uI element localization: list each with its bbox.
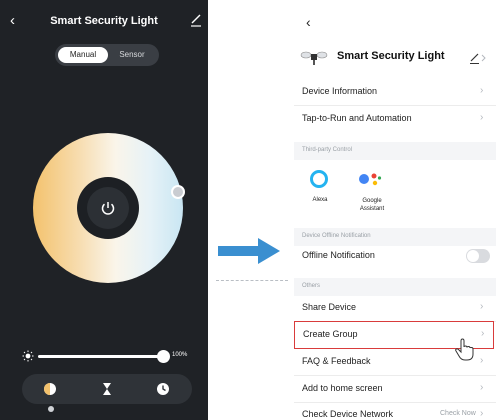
brightness-icon [22,350,34,362]
row-device-information[interactable]: Device Information › [294,79,496,106]
color-wheel-handle[interactable] [171,185,185,199]
alexa-label: Alexa [312,197,328,203]
brightness-slider[interactable] [38,355,166,358]
edit-name-icon[interactable] [470,52,486,64]
offline-notification-toggle[interactable] [466,249,490,263]
bottom-tab-bar [22,374,192,412]
row-label: Offline Notification [302,250,375,260]
row-label: Tap-to-Run and Automation [302,113,412,123]
chevron-right-icon: › [480,355,484,366]
security-light-icon [300,51,328,65]
light-control-screen: ‹ Smart Security Light Manual Sensor 100… [0,0,208,420]
hand-pointer-icon [455,338,474,361]
chevron-right-icon: › [480,301,484,312]
row-offline-notification: Offline Notification [294,243,496,269]
brightness-slider-thumb[interactable] [157,350,170,363]
row-label: Add to home screen [302,383,383,393]
row-add-to-home-screen[interactable]: Add to home screen › [294,376,496,403]
white-light-icon[interactable] [42,381,58,397]
device-settings-screen: ‹ Smart Security Light Device Informatio… [294,0,496,420]
row-tap-to-run[interactable]: Tap-to-Run and Automation › [294,106,496,132]
row-share-device[interactable]: Share Device › [294,295,496,322]
section-others: Others [294,278,496,296]
google-assistant-label: Google Assistant [359,198,385,212]
section-third-party: Third-party Control [294,142,496,160]
schedule-icon[interactable] [155,381,171,397]
back-button[interactable]: ‹ [306,14,311,30]
chevron-right-icon: › [480,382,484,393]
top-bar: ‹ Smart Security Light [0,0,208,40]
third-party-control: Alexa Google Assistant [294,160,496,228]
row-label: Create Group [303,329,358,339]
timer-icon[interactable] [99,381,115,397]
mode-tab-manual[interactable]: Manual [58,47,108,63]
row-label: Device Information [302,86,378,96]
row-label: Check Device Network [302,409,394,419]
arrow-right-icon [218,238,280,264]
pencil-icon[interactable] [190,13,202,27]
color-temperature-wheel[interactable] [33,133,183,283]
device-name: Smart Security Light [337,50,445,62]
chevron-right-icon: › [480,85,484,96]
check-now-link[interactable]: Check Now [440,410,476,417]
active-tab-indicator [48,406,54,412]
google-assistant-icon[interactable] [358,170,382,190]
chevron-right-icon: › [480,408,484,419]
section-label: Others [302,283,321,289]
alexa-icon[interactable] [310,170,328,188]
row-label: Share Device [302,302,357,312]
mode-switch: Manual Sensor [55,44,159,66]
page-title: Smart Security Light [50,15,158,27]
row-label: FAQ & Feedback [302,356,371,366]
chevron-right-icon: › [480,112,484,123]
power-icon [101,202,115,215]
brightness-value: 100% [172,352,188,358]
section-label: Third-party Control [302,147,353,153]
section-label: Device Offline Notification [302,233,371,239]
chevron-right-icon: › [481,328,485,339]
mode-tab-sensor[interactable]: Sensor [108,47,156,63]
row-check-device-network[interactable]: Check Device Network Check Now › [294,402,496,420]
toggle-knob [467,250,479,262]
divider-dashes [216,280,288,283]
